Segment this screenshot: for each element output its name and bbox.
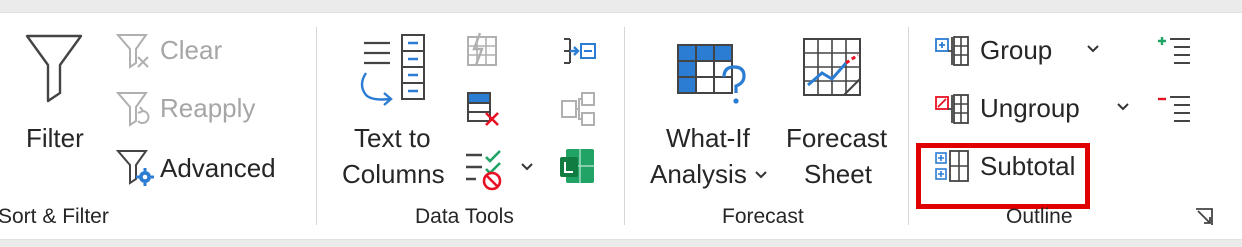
advanced-filter-icon — [116, 150, 154, 186]
clear-filter-icon — [116, 34, 149, 69]
forecast-sheet-button[interactable]: Forecast Sheet — [780, 27, 892, 193]
ungroup-button[interactable]: Ungroup — [928, 89, 1138, 129]
remove-duplicates-icon — [467, 92, 499, 126]
forecast-sheet-label-2: Sheet — [804, 159, 872, 189]
reapply-button[interactable]: Reapply — [112, 87, 262, 127]
consolidate-button[interactable] — [558, 31, 598, 71]
text-to-columns-icon — [360, 34, 425, 106]
data-validation-button[interactable] — [462, 147, 542, 191]
ungroup-icon — [935, 94, 969, 124]
show-detail-button[interactable] — [1154, 31, 1194, 71]
advanced-label: Advanced — [160, 153, 276, 183]
ribbon-data-tab: Filter Clear Reapply Advanced Sort & Fil… — [0, 12, 1242, 240]
filter-label: Filter — [26, 123, 84, 153]
dialog-launcher-icon — [1196, 208, 1213, 225]
group-divider — [624, 27, 625, 225]
group-label: Group — [980, 35, 1053, 65]
group-divider — [316, 27, 317, 225]
relationships-button[interactable] — [558, 89, 598, 129]
chevron-down-icon[interactable] — [1116, 101, 1130, 113]
forecast-sheet-icon — [803, 38, 861, 96]
group-button[interactable]: Group — [928, 31, 1108, 71]
manage-data-model-button[interactable] — [558, 147, 598, 191]
flash-fill-icon — [467, 32, 497, 66]
data-tools-group-label: Data Tools — [415, 205, 514, 228]
hide-detail-icon — [1158, 96, 1190, 122]
filter-icon — [25, 34, 83, 103]
remove-duplicates-button[interactable] — [462, 89, 502, 129]
consolidate-icon — [564, 38, 596, 64]
forecast-group-label: Forecast — [722, 205, 804, 228]
advanced-button[interactable]: Advanced — [112, 147, 282, 187]
hide-detail-button[interactable] — [1154, 89, 1194, 129]
sort-filter-group-label: Sort & Filter — [0, 205, 109, 228]
what-if-analysis-icon — [677, 44, 746, 104]
relationships-icon — [561, 92, 595, 126]
outline-dialog-launcher[interactable] — [1192, 205, 1216, 229]
subtotal-highlight-box — [916, 143, 1090, 209]
what-if-label-2: Analysis — [650, 159, 747, 189]
text-to-columns-button[interactable]: Text to Columns — [336, 27, 454, 193]
ungroup-label: Ungroup — [980, 93, 1080, 123]
forecast-sheet-label-1: Forecast — [786, 123, 888, 153]
what-if-analysis-button[interactable]: What-If Analysis — [644, 27, 776, 193]
group-icon — [935, 36, 969, 66]
clear-label: Clear — [160, 35, 223, 65]
filter-button[interactable]: Filter — [14, 27, 96, 167]
clear-button[interactable]: Clear — [112, 29, 232, 69]
chevron-down-icon[interactable] — [1086, 43, 1100, 55]
what-if-label-1: What-If — [666, 123, 750, 153]
text-to-columns-label-1: Text to — [354, 123, 431, 153]
text-to-columns-label-2: Columns — [342, 159, 445, 189]
reapply-label: Reapply — [160, 93, 256, 123]
data-model-icon — [560, 149, 594, 183]
chevron-down-icon[interactable] — [520, 161, 534, 173]
reapply-icon — [116, 92, 150, 127]
chevron-down-icon — [755, 171, 767, 179]
outline-group-label: Outline — [1006, 205, 1073, 228]
data-validation-icon — [466, 150, 502, 191]
show-detail-icon — [1158, 37, 1190, 64]
group-divider — [908, 27, 909, 225]
flash-fill-button[interactable] — [462, 31, 502, 71]
